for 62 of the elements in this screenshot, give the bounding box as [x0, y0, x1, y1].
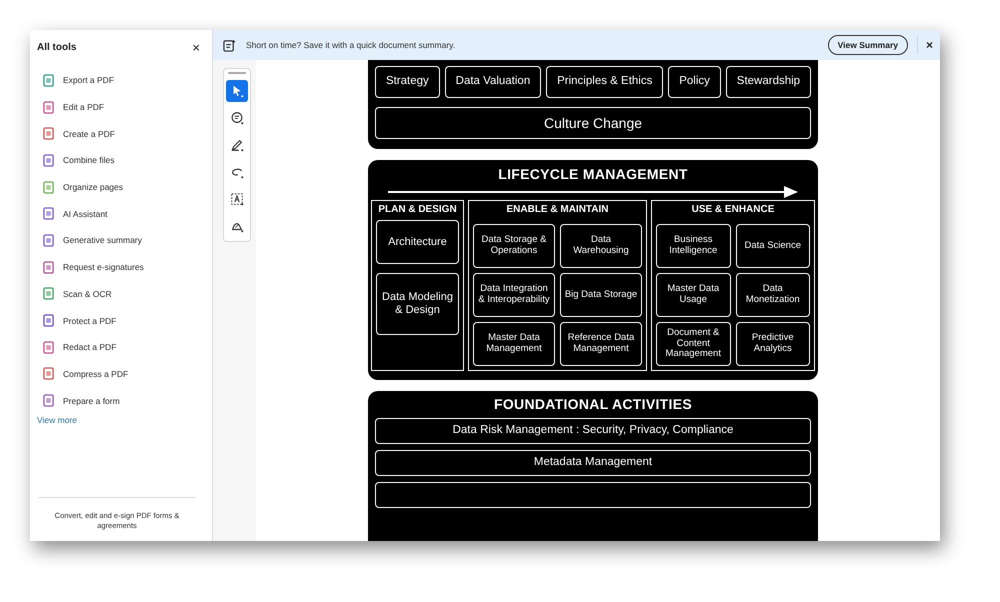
- tool-item[interactable]: Combine files: [37, 147, 212, 174]
- document-icon: [43, 234, 54, 247]
- view-summary-button[interactable]: View Summary: [828, 35, 908, 55]
- diagram-box: Stewardship: [726, 66, 812, 98]
- panel-heading: LIFECYCLE MANAGEMENT: [498, 166, 688, 182]
- tool-item[interactable]: Scan & OCR: [37, 280, 212, 308]
- diagram-box: Master Data Usage: [656, 273, 730, 317]
- document-icon: [43, 394, 54, 408]
- diagram-box: Data Integration & Interoperability: [473, 273, 555, 317]
- tool-item[interactable]: Organize pages: [37, 174, 212, 200]
- stage-heading: ENABLE & MAINTAIN: [506, 204, 609, 217]
- diagram-box: Data Warehousing: [560, 224, 642, 268]
- document-icon: [43, 180, 54, 194]
- tool-item[interactable]: Export a PDF: [37, 67, 212, 94]
- stage-heading: USE & ENHANCE: [692, 204, 774, 217]
- diagram-box: Big Data Storage: [560, 273, 642, 317]
- tool-item[interactable]: Create a PDF: [37, 120, 212, 148]
- diagram-box: Data Modeling & Design: [376, 273, 459, 335]
- diagram-box: Predictive Analytics: [736, 322, 810, 366]
- stage-heading: PLAN & DESIGN: [378, 204, 457, 216]
- document-icon: [43, 287, 54, 300]
- document-icon: [43, 127, 54, 140]
- document-icon: [43, 314, 54, 328]
- document-icon: [43, 154, 54, 167]
- document-icon: [43, 340, 54, 354]
- diagram-box: Data Storage & Operations: [473, 224, 555, 268]
- close-button[interactable]: ×: [926, 39, 933, 51]
- close-button[interactable]: ×: [192, 40, 200, 54]
- tool-item[interactable]: Redact a PDF: [37, 334, 212, 361]
- diagram-box: Architecture: [376, 220, 459, 264]
- tool-item[interactable]: Compress a PDF: [37, 360, 212, 388]
- document-icon: [43, 260, 54, 274]
- diagram-box: Data Science: [736, 224, 810, 268]
- tool-item[interactable]: Generative summary: [37, 227, 212, 254]
- document-icon: [43, 100, 54, 114]
- document-icon: [43, 367, 54, 380]
- diagram-box: Principles & Ethics: [546, 66, 664, 98]
- diagram-box: Master Data Management: [473, 322, 555, 366]
- panel-heading: FOUNDATIONAL ACTIVITIES: [494, 396, 692, 412]
- diagram-box: Data Risk Management : Security, Privacy, Compliance: [375, 418, 811, 444]
- tool-item[interactable]: Prepare a form: [37, 387, 212, 414]
- document-icon: [43, 74, 54, 87]
- view-more-link[interactable]: View more: [37, 414, 77, 425]
- summary-icon: [223, 38, 236, 52]
- tool-item[interactable]: Protect a PDF: [37, 307, 212, 334]
- panel-title: All tools: [37, 42, 76, 52]
- document-icon: [43, 207, 54, 220]
- tool-item[interactable]: Request e-signatures: [37, 254, 212, 280]
- diagram-box: Data Valuation: [444, 66, 542, 98]
- diagram-box: Business Intelligence: [656, 224, 730, 268]
- diagram-box: Document & Content Management: [656, 322, 730, 366]
- diagram-box: Reference Data Management: [560, 322, 642, 366]
- diagram-box: Strategy: [375, 66, 440, 98]
- arrow-icon: [388, 186, 798, 198]
- tool-item[interactable]: Edit a PDF: [37, 94, 212, 120]
- banner-text: Short on time? Save it with a quick document summary.: [246, 40, 456, 50]
- diagram-box: Data Monetization: [736, 273, 810, 317]
- diagram-box: Culture Change: [375, 107, 811, 139]
- diagram-box: Policy: [668, 66, 721, 98]
- tool-item[interactable]: AI Assistant: [37, 200, 212, 228]
- diagram-box: Metadata Management: [375, 450, 811, 476]
- cursor-icon[interactable]: [226, 80, 248, 102]
